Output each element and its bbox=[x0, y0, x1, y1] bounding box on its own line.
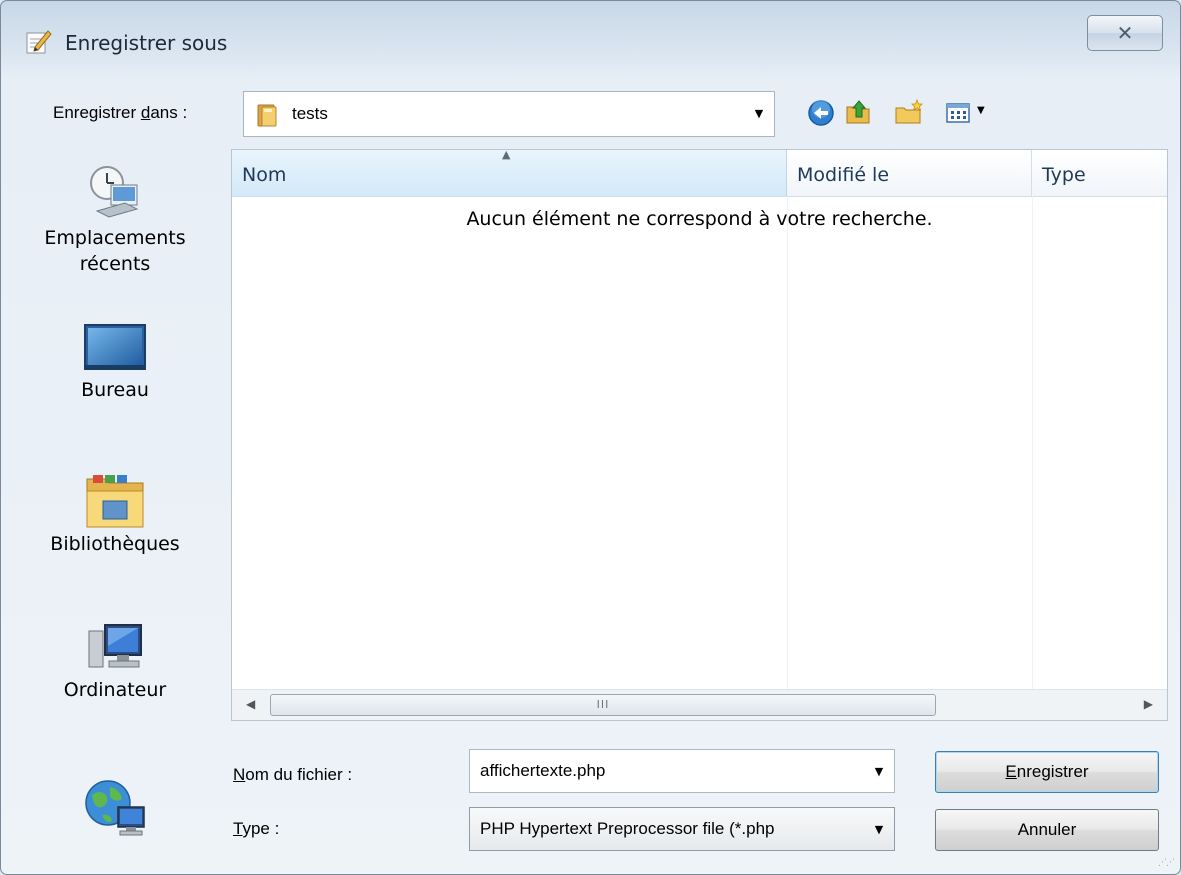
place-recent-label-2: récents bbox=[79, 253, 151, 275]
type-value: PHP Hypertext Preprocessor file (*.php bbox=[480, 819, 775, 838]
close-icon: ✕ bbox=[1116, 21, 1134, 45]
save-in-label: Enregistrer dans : bbox=[53, 103, 188, 122]
views-dropdown-arrow[interactable]: ▼ bbox=[977, 105, 985, 116]
place-computer-label: Ordinateur bbox=[63, 679, 167, 701]
column-type-label: Type bbox=[1042, 164, 1086, 186]
column-divider bbox=[1032, 196, 1033, 696]
notepad-pencil-icon bbox=[26, 30, 52, 54]
place-libraries-label: Bibliothèques bbox=[50, 533, 180, 555]
place-recent-label-1: Emplacements bbox=[44, 227, 186, 249]
place-desktop[interactable]: Bureau bbox=[23, 321, 207, 403]
cancel-button[interactable]: Annuler bbox=[935, 809, 1159, 851]
place-network[interactable] bbox=[23, 775, 207, 839]
close-button[interactable]: ✕ bbox=[1087, 15, 1163, 51]
scroll-left-icon[interactable]: ◀ bbox=[246, 697, 255, 711]
desktop-icon bbox=[84, 324, 146, 370]
window-title: Enregistrer sous bbox=[65, 31, 228, 55]
sort-ascending-icon: ▲ bbox=[502, 149, 511, 161]
title-bar[interactable]: Enregistrer sous ✕ bbox=[1, 1, 1180, 81]
save-as-dialog: Enregistrer sous ✕ Enregistrer dans : te… bbox=[0, 0, 1181, 875]
place-desktop-label: Bureau bbox=[81, 379, 149, 401]
libraries-icon bbox=[86, 475, 144, 528]
resize-grip[interactable]: ⋰⋰ bbox=[1158, 858, 1175, 868]
column-name-label: Nom bbox=[242, 164, 287, 186]
back-icon[interactable] bbox=[805, 97, 837, 129]
column-header-modified[interactable]: Modifié le bbox=[787, 150, 1032, 196]
column-header-type[interactable]: Type bbox=[1032, 150, 1167, 196]
up-folder-icon[interactable] bbox=[843, 97, 875, 129]
chevron-down-icon[interactable]: ▼ bbox=[872, 764, 886, 778]
folder-icon bbox=[257, 104, 277, 127]
chevron-down-icon[interactable]: ▼ bbox=[752, 106, 766, 120]
list-header: ▲ Nom Modifié le Type bbox=[232, 150, 1167, 197]
type-select[interactable]: PHP Hypertext Preprocessor file (*.php ▼ bbox=[469, 807, 895, 851]
filename-input[interactable]: affichertexte.php bbox=[480, 761, 860, 781]
scrollbar-thumb[interactable]: III bbox=[270, 694, 936, 716]
type-label: Type : bbox=[233, 819, 280, 838]
column-modified-label: Modifié le bbox=[797, 164, 890, 186]
new-folder-icon[interactable] bbox=[893, 97, 925, 129]
views-icon[interactable] bbox=[943, 97, 975, 129]
save-in-combobox[interactable]: tests ▼ bbox=[243, 91, 775, 137]
save-in-value: tests bbox=[292, 104, 328, 123]
column-header-name[interactable]: ▲ Nom bbox=[232, 150, 787, 196]
filename-label: Nom du fichier : bbox=[233, 765, 353, 784]
places-bar: Emplacements récents Bureau Bibliothèque… bbox=[23, 149, 207, 869]
place-recent[interactable]: Emplacements récents bbox=[23, 161, 207, 277]
scroll-right-icon[interactable]: ▶ bbox=[1144, 697, 1153, 711]
horizontal-scrollbar[interactable]: ◀ III ▶ bbox=[232, 689, 1167, 720]
computer-icon bbox=[88, 624, 142, 668]
column-divider bbox=[787, 196, 788, 696]
chevron-down-icon[interactable]: ▼ bbox=[872, 822, 886, 836]
save-button[interactable]: Enregistrer bbox=[935, 751, 1159, 793]
place-computer[interactable]: Ordinateur bbox=[23, 619, 207, 703]
recent-places-icon bbox=[90, 166, 139, 218]
filename-combobox[interactable]: affichertexte.php ▼ bbox=[469, 749, 895, 793]
file-list[interactable]: ▲ Nom Modifié le Type Aucun élément ne c… bbox=[231, 149, 1168, 721]
empty-message: Aucun élément ne correspond à votre rech… bbox=[466, 208, 933, 230]
place-libraries[interactable]: Bibliothèques bbox=[23, 469, 207, 557]
network-icon bbox=[85, 780, 145, 836]
